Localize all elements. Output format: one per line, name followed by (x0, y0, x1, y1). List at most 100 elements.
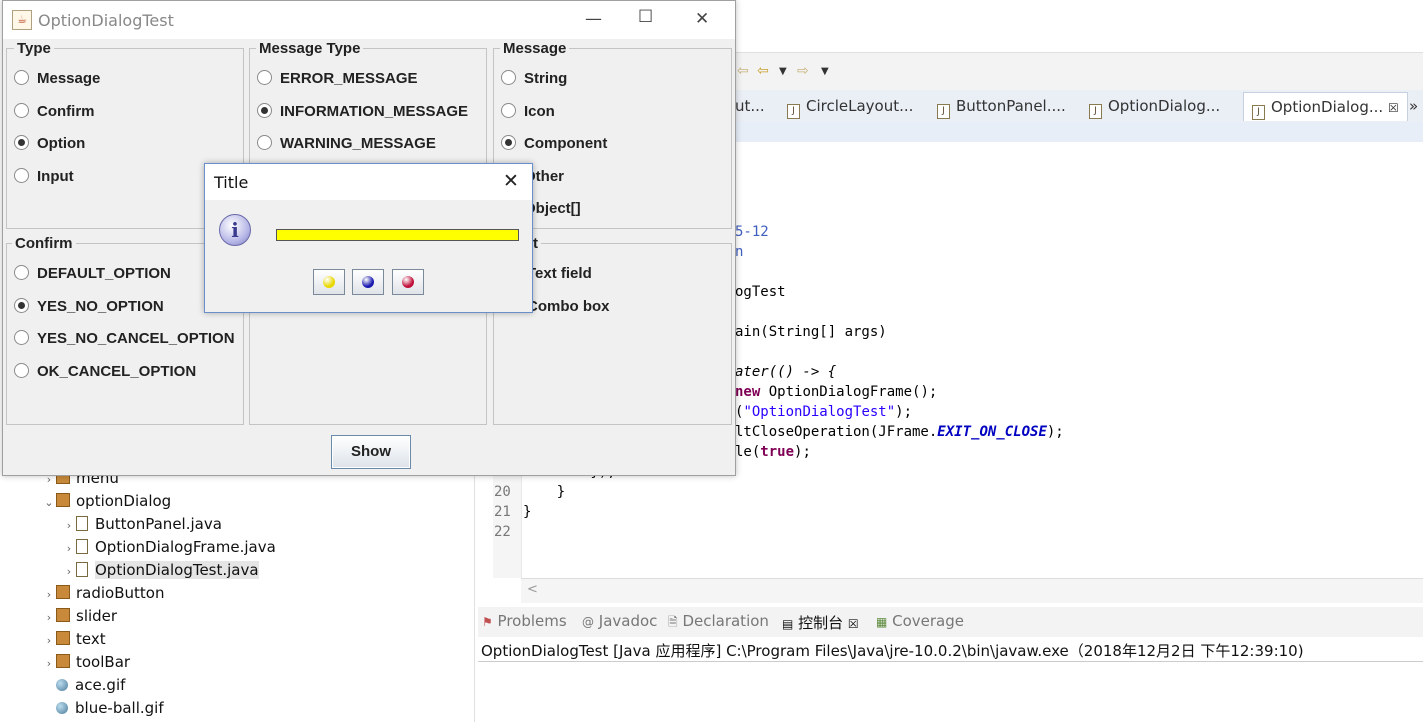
editor-tab[interactable]: J ButtonPanel.... (937, 92, 1066, 120)
chevron-right-icon[interactable]: › (42, 583, 56, 606)
tab-declaration[interactable]: 🗎 Declaration (668, 612, 769, 634)
code-line: ltCloseOperation(JFrame.EXIT_ON_CLOSE); (735, 424, 1064, 440)
radio-message-option[interactable]: Component (501, 134, 607, 154)
chevron-right-icon[interactable]: › (42, 629, 56, 652)
coverage-icon: ▦ (876, 615, 888, 629)
chevron-down-icon[interactable]: ⌄ (42, 491, 56, 514)
radio-unselected-icon[interactable] (14, 330, 29, 345)
tree-item[interactable]: ace.gif (0, 674, 474, 697)
close-icon[interactable]: ☒ (1388, 101, 1399, 115)
tree-item[interactable]: › text (0, 628, 474, 651)
gif-image-icon (56, 702, 68, 714)
radio-label: DEFAULT_OPTION (37, 265, 171, 282)
radio-unselected-icon[interactable] (14, 70, 29, 85)
editor-tab[interactable]: J CircleLayout... (787, 92, 913, 120)
minimize-icon[interactable]: — (585, 9, 602, 29)
tree-item[interactable]: › radioButton (0, 582, 474, 605)
chevron-right-icon[interactable]: › (62, 560, 76, 583)
close-icon[interactable]: ✕ (503, 170, 519, 192)
radio-message-type-option[interactable]: WARNING_MESSAGE (257, 134, 436, 154)
at-icon: @ (582, 615, 594, 629)
tree-item[interactable]: ⌄ optionDialog (0, 490, 474, 513)
tree-item-label: toolBar (76, 653, 131, 671)
close-icon[interactable]: ✕ (695, 9, 709, 29)
radio-unselected-icon[interactable] (14, 102, 29, 118)
radio-message-option[interactable]: Icon (501, 102, 555, 122)
radio-selected-icon[interactable] (14, 297, 29, 313)
tree-rows: › menu ⌄ optionDialog › ButtonPanel.java › Opti… (0, 467, 474, 720)
radio-confirm-option[interactable]: OK_CANCEL_OPTION (14, 362, 196, 382)
java-file-icon (76, 539, 88, 554)
chevron-down-icon[interactable]: ▼ (821, 66, 829, 77)
window-title-bar[interactable]: ☕ OptionDialogTest — ☐ ✕ (3, 1, 735, 39)
tab-coverage[interactable]: ▦ Coverage (876, 612, 964, 630)
gif-image-icon (56, 679, 68, 691)
radio-label: INFORMATION_MESSAGE (280, 102, 469, 120)
line-number: 21 (494, 504, 511, 520)
back-arrow-icon[interactable]: ⇦ (757, 63, 769, 79)
tab-label: ButtonPanel.... (956, 97, 1066, 115)
chevron-right-icon[interactable]: › (62, 537, 76, 560)
chevron-down-icon[interactable]: ▼ (779, 66, 787, 77)
radio-type-option[interactable]: Confirm (14, 102, 95, 122)
chevron-right-icon[interactable]: › (42, 606, 56, 629)
tab-problems[interactable]: ⚑ Problems (482, 612, 567, 630)
red-ball-button[interactable] (392, 269, 424, 295)
editor-tab-active[interactable]: J OptionDialog... ☒ (1243, 92, 1408, 121)
radio-selected-icon[interactable] (257, 102, 272, 118)
line-number: 20 (494, 484, 511, 500)
editor-tab[interactable]: J OptionDialog... (1089, 92, 1220, 120)
radio-type-option[interactable]: Input (14, 167, 74, 187)
blue-ball-button[interactable] (352, 269, 384, 295)
console-status-text: OptionDialogTest [Java 应用程序] C:\Program … (481, 642, 1304, 660)
radio-unselected-icon[interactable] (501, 102, 516, 118)
message-type-group-title: Message Type (256, 40, 364, 57)
dialog-title-bar[interactable]: Title ✕ (205, 164, 532, 200)
radio-label: Icon (524, 102, 555, 120)
tree-item[interactable]: › slider (0, 605, 474, 628)
back-arrow-icon[interactable]: ⇦ (737, 63, 749, 79)
radio-confirm-option[interactable]: YES_NO_CANCEL_OPTION (14, 329, 235, 349)
horizontal-scrollbar[interactable]: < (521, 578, 1423, 603)
radio-selected-icon[interactable] (501, 135, 516, 150)
maximize-icon[interactable]: ☐ (638, 7, 653, 27)
radio-input-option[interactable]: Text field (527, 264, 592, 284)
radio-unselected-icon[interactable] (257, 70, 272, 85)
tree-item[interactable]: › OptionDialogFrame.java (0, 536, 474, 559)
radio-selected-icon[interactable] (14, 135, 29, 150)
tab-console[interactable]: ▤ 控制台 ☒ (782, 612, 859, 633)
chevron-right-icon[interactable]: › (62, 514, 76, 537)
radio-label: Message (37, 70, 101, 87)
package-icon (56, 585, 70, 599)
radio-unselected-icon[interactable] (14, 167, 29, 183)
tab-javadoc[interactable]: @ Javadoc (582, 612, 657, 630)
close-icon[interactable]: ☒ (848, 617, 859, 631)
tab-label: OptionDialog... (1108, 97, 1221, 115)
radio-unselected-icon[interactable] (14, 362, 29, 378)
radio-type-option[interactable]: Message (14, 69, 100, 89)
tree-item[interactable]: › toolBar (0, 651, 474, 674)
eclipse-toolbar: ⇦ ⇦ ▼ ⇨ ▼ (735, 52, 1423, 91)
radio-type-option[interactable]: Option (14, 134, 85, 154)
forward-arrow-icon[interactable]: ⇨ (797, 63, 809, 79)
radio-unselected-icon[interactable] (257, 135, 272, 150)
radio-unselected-icon[interactable] (501, 70, 516, 85)
radio-unselected-icon[interactable] (14, 265, 29, 280)
java-file-icon: J (937, 104, 950, 119)
yellow-ball-button[interactable] (313, 269, 345, 295)
radio-confirm-option[interactable]: YES_NO_OPTION (14, 297, 164, 317)
radio-confirm-option[interactable]: DEFAULT_OPTION (14, 264, 171, 284)
chevron-right-icon[interactable]: › (42, 652, 56, 675)
radio-message-type-option[interactable]: INFORMATION_MESSAGE (257, 102, 468, 122)
tab-overflow-button[interactable]: » (1409, 92, 1418, 120)
radio-input-option[interactable]: Combo box (527, 297, 610, 317)
tree-item[interactable]: › ButtonPanel.java (0, 513, 474, 536)
tree-item[interactable]: › OptionDialogTest.java (0, 559, 474, 582)
java-file-icon: J (1089, 104, 1102, 119)
radio-message-type-option[interactable]: ERROR_MESSAGE (257, 69, 418, 89)
radio-message-option[interactable]: String (501, 69, 567, 89)
show-button[interactable]: Show (331, 435, 411, 469)
editor-tab[interactable]: ut... (735, 92, 765, 120)
chevron-left-icon[interactable]: < (527, 582, 538, 597)
tree-item[interactable]: blue-ball.gif (0, 697, 474, 720)
